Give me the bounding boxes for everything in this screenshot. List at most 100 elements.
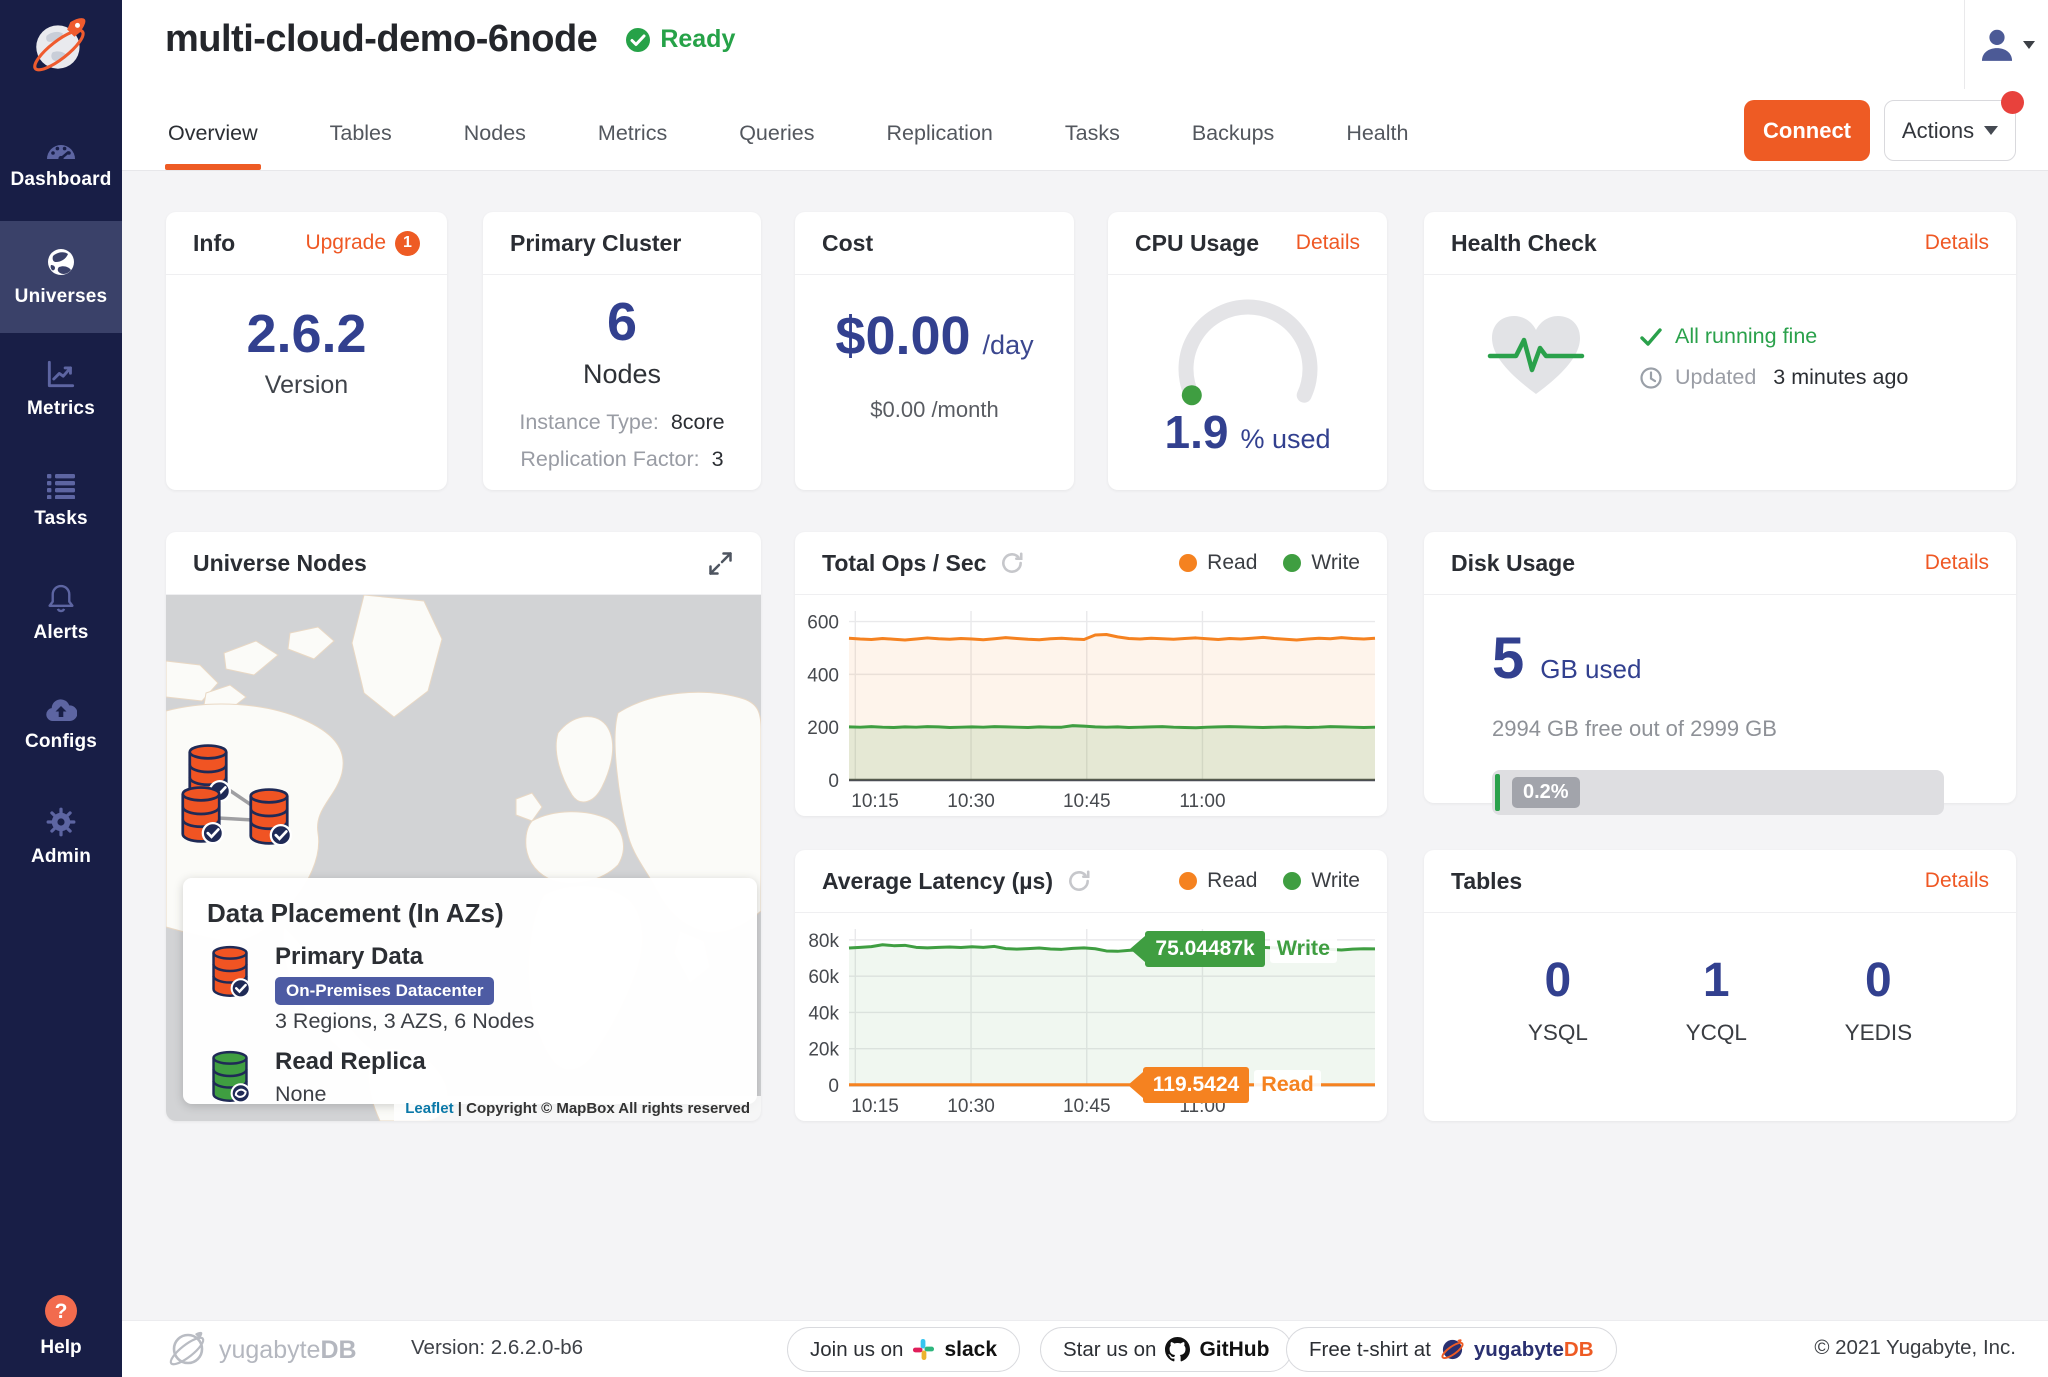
footer-brand: yugabyte [219,1336,320,1364]
chart-legend: Read Write [1179,869,1360,893]
tshirt-link[interactable]: Free t-shirt at yugabyteDB [1286,1327,1617,1372]
tab-nodes[interactable]: Nodes [461,121,529,170]
tab-bar: Overview Tables Nodes Metrics Queries Re… [165,121,1477,170]
svg-text:40k: 40k [808,1003,839,1024]
disk-free-text: 2994 GB free out of 2999 GB [1492,716,2016,742]
user-menu[interactable] [1964,0,2048,89]
sidebar-item-tasks[interactable]: Tasks [0,445,122,557]
health-check-card: Health Check Details All running fine [1424,212,2016,490]
svg-text:10:15: 10:15 [851,1096,899,1117]
tab-metrics[interactable]: Metrics [595,121,670,170]
svg-text:20k: 20k [808,1040,839,1061]
node-marker[interactable] [245,785,293,852]
disk-details-link[interactable]: Details [1925,551,1989,575]
nodes-count-value: 6 [607,291,637,353]
world-map[interactable]: Data Placement (In AZs) Primary Da [166,595,761,1121]
refresh-icon[interactable] [1066,868,1092,894]
svg-text:10:45: 10:45 [1063,1096,1111,1117]
sidebar-item-label: Dashboard [10,169,111,191]
github-icon [1165,1337,1190,1362]
replication-factor-value: 3 [712,447,724,471]
slack-link[interactable]: Join us on slack [787,1327,1020,1372]
actions-button[interactable]: Actions [1884,100,2016,161]
tab-backups[interactable]: Backups [1189,121,1277,170]
cpu-gauge [1158,291,1338,409]
svg-text:10:15: 10:15 [851,791,899,812]
disk-usage-card: Disk Usage Details 5 GB used 2994 GB fre… [1424,532,2016,803]
sidebar-item-admin[interactable]: Admin [0,781,122,893]
health-details-link[interactable]: Details [1925,231,1989,255]
ycql-count: 1 YCQL [1686,953,1747,1046]
upgrade-link[interactable]: Upgrade 1 [305,231,420,256]
tab-overview[interactable]: Overview [165,121,261,170]
instance-type-value: 8core [671,410,725,434]
globe-icon [46,247,76,277]
total-ops-chart: 020040060010:1510:3010:4511:00 [795,595,1387,816]
data-placement-title: Data Placement (In AZs) [207,898,733,929]
disk-used-unit: GB used [1540,654,1641,685]
expand-icon[interactable] [707,550,734,577]
chart-legend: Read Write [1179,551,1360,575]
sidebar-item-dashboard[interactable]: Dashboard [0,109,122,221]
node-marker[interactable] [177,783,225,850]
status-text: Ready [660,25,735,54]
footer-version: Version: 2.6.2.0-b6 [411,1336,583,1360]
map-copyright: | Copyright © MapBox All rights reserved [458,1100,750,1117]
actions-button-label: Actions [1902,118,1974,144]
yedis-count-value: 0 [1865,953,1892,1008]
connect-button[interactable]: Connect [1744,100,1870,161]
tab-queries[interactable]: Queries [736,121,817,170]
replication-factor-row: Replication Factor:3 [520,447,723,472]
primary-data-row: Primary Data On-Premises Datacenter 3 Re… [207,943,733,1034]
sidebar: Dashboard Universes Metrics [0,0,122,1377]
health-check-title: Health Check [1451,230,1597,257]
chart-value-tooltip: 75.04487kWrite [1130,931,1337,967]
tables-details-link[interactable]: Details [1925,869,1989,893]
sidebar-item-label: Alerts [33,622,88,644]
speedometer-icon [46,140,76,160]
health-updated-value: 3 minutes ago [1773,365,1908,390]
tab-tasks[interactable]: Tasks [1062,121,1123,170]
primary-cluster-title: Primary Cluster [510,230,681,257]
sidebar-item-alerts[interactable]: Alerts [0,557,122,669]
refresh-icon[interactable] [999,550,1025,576]
write-legend-label: Write [1311,551,1360,575]
svg-text:0: 0 [828,1076,839,1097]
cpu-details-link[interactable]: Details [1296,231,1360,255]
cost-per-month: $0.00 /month [795,397,1074,423]
svg-text:0: 0 [828,771,839,792]
health-updated-row: Updated 3 minutes ago [1640,365,1908,390]
github-link[interactable]: Star us on GitHub [1040,1327,1292,1372]
sidebar-item-configs[interactable]: Configs [0,669,122,781]
status-badge: Ready [625,25,735,54]
avg-latency-title: Average Latency (µs) [822,868,1053,895]
header: multi-cloud-demo-6node Ready Overview Ta… [122,0,2048,171]
read-replica-desc: None [275,1082,326,1107]
disk-usage-bar: 0.2% [1492,770,1944,815]
ycql-count-label: YCQL [1686,1020,1747,1046]
read-replica-label: Read Replica [275,1048,426,1076]
ysql-count: 0 YSQL [1528,953,1588,1046]
disk-percent-badge: 0.2% [1512,777,1580,808]
gear-icon [46,807,76,837]
yugabyte-planet-logo[interactable] [0,10,122,82]
page-title: multi-cloud-demo-6node [165,18,597,61]
chevron-down-icon [1984,126,1998,135]
primary-data-label: Primary Data [275,943,423,971]
sidebar-item-help[interactable]: ? Help [0,1293,122,1359]
yedis-count-label: YEDIS [1845,1020,1913,1046]
tab-health[interactable]: Health [1343,121,1411,170]
instance-type-row: Instance Type:8core [519,410,724,435]
svg-text:10:30: 10:30 [947,791,995,812]
sidebar-item-universes[interactable]: Universes [0,221,122,333]
sidebar-item-metrics[interactable]: Metrics [0,333,122,445]
slack-brand: slack [944,1338,997,1362]
tab-tables[interactable]: Tables [327,121,395,170]
cost-card: Cost $0.00 /day $0.00 /month [795,212,1074,490]
svg-text:200: 200 [807,718,839,739]
svg-text:?: ? [55,1300,68,1323]
tab-replication[interactable]: Replication [884,121,996,170]
tshirt-prefix: Free t-shirt at [1309,1338,1431,1362]
leaflet-link[interactable]: Leaflet [405,1100,453,1117]
cpu-usage-title: CPU Usage [1135,230,1259,257]
